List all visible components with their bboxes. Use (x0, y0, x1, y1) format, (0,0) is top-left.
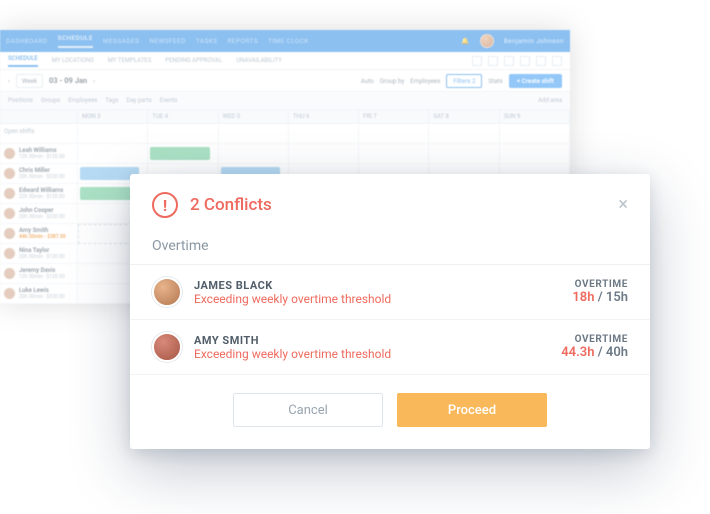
date-range[interactable]: 03 - 09 Jan (49, 76, 87, 85)
day-header: THU 6 (289, 110, 359, 123)
avatar (152, 332, 182, 362)
stats-toggle[interactable]: Stats (488, 77, 502, 85)
filter-employees[interactable]: Employees (68, 97, 97, 104)
topnav-item[interactable]: NEWSFEED (149, 37, 185, 45)
employee-cell[interactable]: Luke Lewis20h 30min - $320.00 (0, 284, 78, 304)
filters-row: Positions Groups Employees Tags Day part… (0, 92, 570, 110)
day-header: TUE 4 (148, 110, 218, 123)
conflict-message: Exceeding weekly overtime threshold (194, 292, 391, 306)
filter-positions[interactable]: Positions (8, 97, 33, 104)
employee-cell[interactable]: John Cooper20h 30min - $320.00 (0, 204, 78, 224)
employee-cell[interactable]: Nina Taylor20h 30min - $120.00 (0, 244, 78, 264)
groupby-value[interactable]: Employees (410, 77, 440, 85)
grid-header: MON 3 TUE 4 WED 5 THU 6 FRI 7 SAT 8 SUN … (0, 110, 570, 124)
list-icon[interactable] (536, 56, 546, 66)
grid-icon[interactable] (520, 56, 530, 66)
subnav-item[interactable]: MY LOCATIONS (52, 57, 94, 64)
subnav-item[interactable]: UNAVAILABILITY (236, 57, 282, 64)
day-header: MON 3 (78, 110, 148, 123)
close-icon[interactable]: × (618, 196, 628, 214)
topnav-item[interactable]: DASHBOARD (6, 37, 48, 45)
chevron-right-icon[interactable]: › (93, 77, 95, 85)
cancel-button[interactable]: Cancel (233, 393, 383, 427)
groupby-label: Group by (380, 77, 405, 85)
topnav-item[interactable]: SCHEDULE (58, 34, 93, 48)
filters-button[interactable]: Filters 2 (446, 74, 482, 88)
day-header: SUN 9 (500, 110, 570, 123)
subnav-item[interactable]: PENDING APPROVAL (165, 57, 222, 64)
add-area-button[interactable]: Add area (538, 97, 562, 104)
bell-icon[interactable]: 🔔 (461, 37, 470, 45)
day-header: SAT 8 (429, 110, 499, 123)
overtime-value: 44.3h / 40h (561, 345, 628, 360)
day-header: FRI 7 (359, 110, 429, 123)
create-shift-button[interactable]: + Create shift (509, 74, 562, 88)
overtime-label: OVERTIME (561, 334, 628, 345)
topnav-item[interactable]: REPORTS (227, 37, 258, 45)
filter-tags[interactable]: Tags (105, 97, 118, 104)
auto-button[interactable]: Auto (361, 77, 374, 85)
settings-icon[interactable] (552, 56, 562, 66)
expand-icon[interactable] (472, 56, 482, 66)
avatar[interactable] (480, 34, 494, 48)
refresh-icon[interactable] (488, 56, 498, 66)
subnav-item[interactable]: MY TEMPLATES (108, 57, 152, 64)
employee-cell[interactable]: Leah Williams12h 30min - $120.00 (0, 144, 78, 164)
print-icon[interactable] (504, 56, 514, 66)
user-name[interactable]: Benjamin Johnson (504, 37, 564, 45)
topnav-item[interactable]: TASKS (196, 37, 218, 45)
employee-name: AMY SMITH (194, 334, 391, 347)
employee-cell[interactable]: Jeremy Davis12h 30min - $120.00 (0, 264, 78, 284)
view-select[interactable]: Week (16, 74, 43, 88)
chevron-left-icon[interactable]: ‹ (8, 77, 10, 85)
filter-dayparts[interactable]: Day parts (126, 97, 151, 104)
employee-cell[interactable]: Edward Williams22h 30min - $120.00 (0, 184, 78, 204)
employee-cell[interactable]: Amy Smith44h 30min - $387.50 (0, 224, 78, 244)
overtime-value: 18h / 15h (572, 290, 628, 305)
filter-groups[interactable]: Groups (41, 97, 60, 104)
modal-title: 2 Conflicts (190, 195, 272, 215)
topnav-item[interactable]: TIME CLOCK (268, 37, 309, 45)
filter-events[interactable]: Events (160, 97, 178, 104)
topnav: DASHBOARD SCHEDULE MESSAGES NEWSFEED TAS… (0, 30, 570, 52)
section-label: Overtime (130, 232, 650, 265)
conflict-row: AMY SMITH Exceeding weekly overtime thre… (130, 320, 650, 375)
conflicts-modal: ! 2 Conflicts × Overtime JAMES BLACK Exc… (130, 174, 650, 449)
open-shifts-label: Open shifts (0, 124, 78, 144)
conflict-row: JAMES BLACK Exceeding weekly overtime th… (130, 265, 650, 320)
avatar (152, 277, 182, 307)
topnav-item[interactable]: MESSAGES (103, 37, 139, 45)
employee-cell[interactable]: Chris Miller20h 30min - $320.00 (0, 164, 78, 184)
employee-name: JAMES BLACK (194, 279, 391, 292)
overtime-label: OVERTIME (572, 279, 628, 290)
subnav-item[interactable]: SCHEDULE (8, 55, 38, 67)
warning-icon: ! (152, 192, 178, 218)
toolbar: ‹ Week 03 - 09 Jan › Auto Group by Emplo… (0, 70, 570, 92)
day-header: WED 5 (219, 110, 289, 123)
conflict-message: Exceeding weekly overtime threshold (194, 347, 391, 361)
proceed-button[interactable]: Proceed (397, 393, 547, 427)
subnav: SCHEDULE MY LOCATIONS MY TEMPLATES PENDI… (0, 52, 570, 70)
